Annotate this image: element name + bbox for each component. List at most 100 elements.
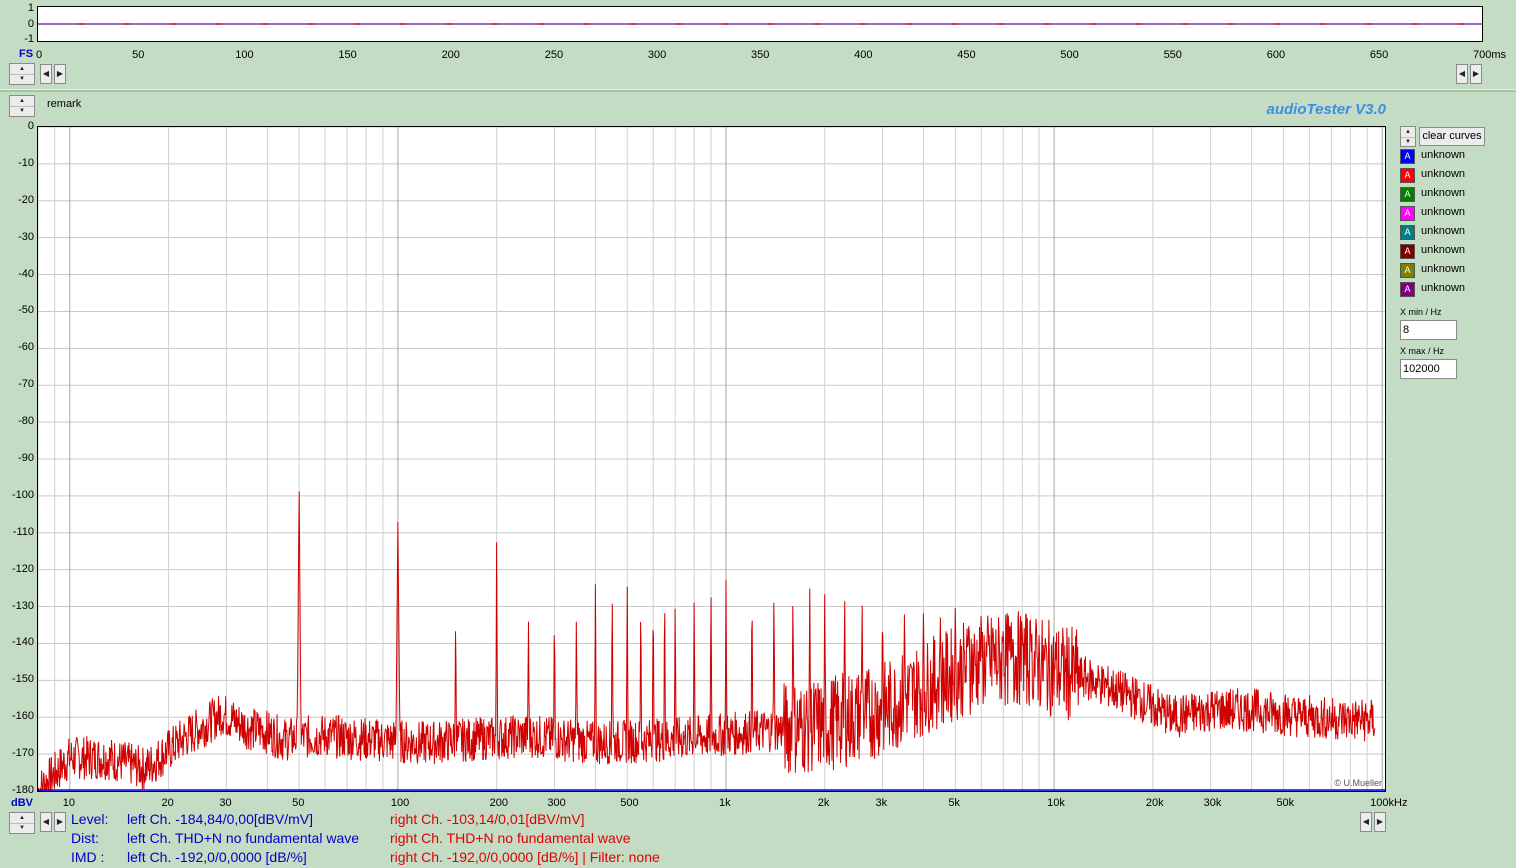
curve-color-icon[interactable]: A	[1400, 263, 1415, 278]
spectrum-plot[interactable]: © U.Mueller	[37, 126, 1386, 792]
scope-x-tick: 550	[1163, 49, 1182, 61]
y-tick-label: -90	[18, 452, 34, 464]
legend-label: unknown	[1421, 187, 1466, 199]
x-tick-label: 3k	[875, 797, 888, 809]
curve-color-icon[interactable]: A	[1400, 225, 1415, 240]
y-tick-label: -80	[18, 415, 34, 428]
scope-scroll-right-button[interactable]: ▶	[54, 64, 66, 84]
scope-x-tick: 150	[338, 49, 357, 61]
clear-curves-button[interactable]: clear curves	[1419, 127, 1485, 146]
scope-x-tick: 50	[132, 49, 145, 61]
app-brand: audioTester V3.0	[1266, 101, 1387, 118]
curve-color-icon[interactable]: A	[1400, 282, 1415, 297]
imd-left: left Ch. -192,0/0,0000 [dB/%]	[127, 849, 307, 865]
xmin-input[interactable]	[1400, 320, 1457, 340]
y-tick-label: 0	[27, 120, 34, 132]
y-tick-label: -40	[18, 267, 34, 280]
x-tick-label: 20k	[1145, 797, 1164, 809]
scope-x-tick: 500	[1060, 49, 1079, 61]
splitter[interactable]	[0, 89, 1516, 92]
x-tick-label: 5k	[948, 797, 960, 809]
scope-scroll-left-button-right[interactable]: ◀	[1456, 64, 1468, 84]
y-tick-label: -130	[11, 599, 34, 612]
legend-item[interactable]: Aunknown	[1400, 148, 1500, 165]
x-scroll-right-button[interactable]: ▶	[54, 812, 66, 832]
scope-x-tick: 350	[751, 49, 770, 61]
legend-label: unknown	[1421, 263, 1466, 275]
remark-label: remark	[47, 98, 82, 110]
legend-item[interactable]: Aunknown	[1400, 205, 1500, 222]
scope-y-tick: -1	[24, 33, 34, 45]
x-tick-label: 50k	[1276, 797, 1295, 809]
y-tick-label: -110	[12, 525, 34, 538]
y-tick-label: -170	[11, 747, 34, 760]
dist-right: right Ch. THD+N no fundamental wave	[390, 830, 631, 846]
y-range-spinner[interactable]: ▲ ▼	[9, 95, 35, 117]
legend-label: unknown	[1421, 225, 1466, 237]
copyright-label: © U.Mueller	[1334, 778, 1382, 788]
curve-color-icon[interactable]: A	[1400, 244, 1415, 259]
x-tick-label: 500	[620, 797, 639, 809]
scope-scroll-right-button-right[interactable]: ▶	[1470, 64, 1482, 84]
imd-label: IMD :	[71, 849, 105, 865]
x-tick-label: 10	[62, 797, 76, 809]
y-tick-label: -160	[11, 710, 34, 723]
level-right: right Ch. -103,14/0,01[dBV/mV]	[390, 811, 585, 827]
curve-color-icon[interactable]: A	[1400, 168, 1415, 183]
scope-plot[interactable]	[37, 6, 1483, 42]
scope-y-tick: 1	[27, 2, 34, 14]
y-tick-label: -120	[11, 562, 34, 575]
dist-label: Dist:	[71, 830, 99, 846]
legend-item[interactable]: Aunknown	[1400, 262, 1500, 279]
x-tick-label: 2k	[817, 797, 830, 809]
scope-y-tick: 0	[27, 18, 34, 30]
x-tick-label: 1k	[718, 797, 731, 809]
x-scroll-left-button-right[interactable]: ◀	[1360, 812, 1372, 832]
scope-x-tick: 100	[235, 49, 254, 61]
scope-scroll-left-button[interactable]: ◀	[40, 64, 52, 84]
scope-x-tick: 0	[36, 49, 43, 61]
y-tick-label: -150	[11, 673, 34, 686]
spectrum-svg	[38, 127, 1385, 791]
level-left: left Ch. -184,84/0,00[dBV/mV]	[127, 811, 313, 827]
scope-x-tick: 200	[441, 49, 460, 61]
legend-label: unknown	[1421, 206, 1466, 218]
y-unit-label: dBV	[11, 797, 33, 809]
legend-label: unknown	[1421, 168, 1466, 180]
y-tick-label: -180	[11, 784, 34, 796]
y-tick-label: -60	[18, 341, 34, 354]
x-tick-label: 30k	[1203, 797, 1222, 809]
y-tick-label: -20	[18, 193, 34, 206]
x-zoom-spinner[interactable]: ▲ ▼	[9, 812, 35, 834]
x-scroll-right-button-right[interactable]: ▶	[1374, 812, 1386, 832]
y-tick-label: -50	[18, 304, 34, 317]
legend-label: unknown	[1421, 282, 1466, 294]
x-tick-label: 100kHz	[1370, 797, 1408, 809]
legend-label: unknown	[1421, 149, 1466, 161]
curve-color-icon[interactable]: A	[1400, 149, 1415, 164]
y-tick-label: -70	[18, 378, 34, 391]
x-tick-label: 100	[390, 797, 410, 809]
scope-x-tick: 700ms	[1473, 49, 1507, 61]
x-tick-label: 300	[547, 797, 566, 809]
y-tick-label: -140	[11, 636, 34, 649]
xmin-label: X min / Hz	[1400, 307, 1442, 317]
curve-color-icon[interactable]: A	[1400, 206, 1415, 221]
legend-spinner[interactable]: ▲ ▼	[1400, 126, 1416, 147]
legend-item[interactable]: Aunknown	[1400, 167, 1500, 184]
x-tick-label: 20	[161, 797, 174, 809]
curve-color-icon[interactable]: A	[1400, 187, 1415, 202]
legend-item[interactable]: Aunknown	[1400, 224, 1500, 241]
imd-right: right Ch. -192,0/0,0000 [dB/%] | Filter:…	[390, 849, 660, 865]
x-tick-label: 50	[292, 797, 305, 809]
xmax-label: X max / Hz	[1400, 346, 1445, 356]
scope-x-tick: 250	[544, 49, 564, 61]
legend-item[interactable]: Aunknown	[1400, 281, 1500, 298]
x-scroll-left-button[interactable]: ◀	[40, 812, 52, 832]
scope-zoom-spinner[interactable]: ▲ ▼	[9, 63, 35, 85]
x-tick-label: 10k	[1047, 797, 1065, 809]
xmax-input[interactable]	[1400, 359, 1457, 379]
legend-item[interactable]: Aunknown	[1400, 186, 1500, 203]
spectrum-trace-right	[38, 491, 1376, 791]
legend-item[interactable]: Aunknown	[1400, 243, 1500, 260]
